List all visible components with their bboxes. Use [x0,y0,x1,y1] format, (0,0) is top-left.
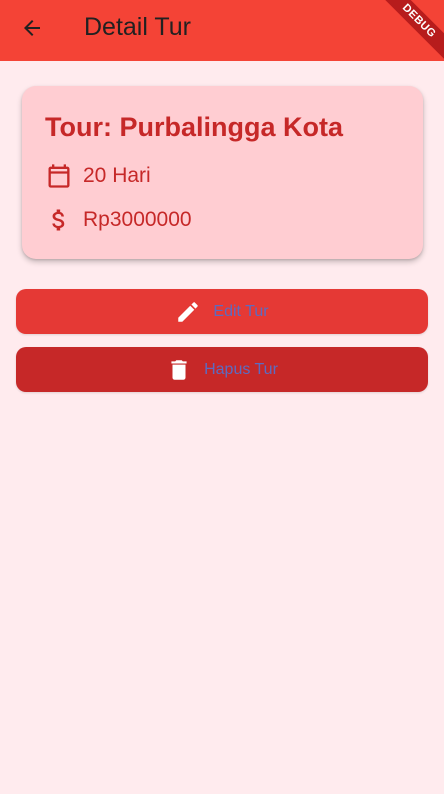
tour-title: Tour: Purbalingga Kota [45,112,343,142]
app-bar: Detail Tur DEBUG [0,0,444,61]
trash-icon [166,357,192,383]
edit-tour-button[interactable]: Edit Tur [16,289,428,334]
pencil-icon [175,299,201,325]
duration-row: 20 Hari [45,162,151,190]
edit-tour-label: Edit Tur [213,302,269,320]
page-title: Detail Tur [84,13,191,41]
back-button[interactable] [12,10,52,50]
tour-detail-card: Tour: Purbalingga Kota 20 Hari Rp3000000 [22,86,423,259]
delete-tour-label: Hapus Tur [204,360,278,378]
calendar-icon [45,162,73,190]
dollar-icon [45,206,73,234]
price-row: Rp3000000 [45,206,192,234]
debug-banner: DEBUG [373,0,444,61]
duration-label: 20 Hari [83,164,151,187]
delete-tour-button[interactable]: Hapus Tur [16,347,428,392]
price-label: Rp3000000 [83,208,192,231]
arrow-back-icon [20,16,44,45]
